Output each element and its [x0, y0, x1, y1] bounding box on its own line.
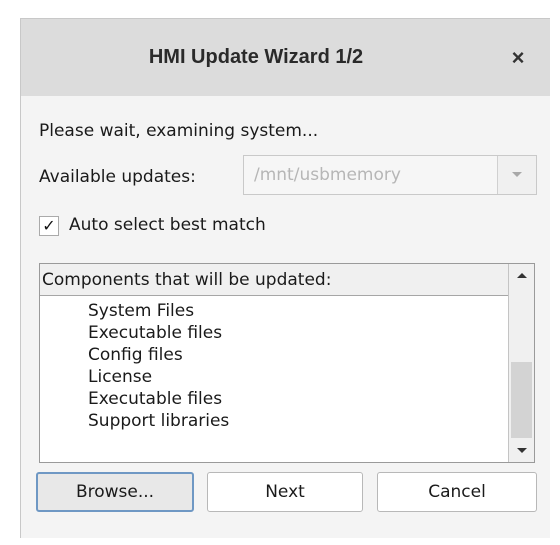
cancel-button[interactable]: Cancel	[377, 472, 537, 512]
list-item[interactable]: Executable files	[88, 388, 229, 410]
chevron-down-icon[interactable]	[497, 156, 536, 194]
components-list-header: Components that will be updated:	[40, 264, 509, 296]
dialog-title: HMI Update Wizard 1/2	[148, 46, 364, 68]
available-updates-label: Available updates:	[39, 167, 196, 187]
status-text: Please wait, examining system...	[39, 121, 319, 141]
browse-button[interactable]: Browse...	[36, 472, 194, 512]
list-item[interactable]: Support libraries	[88, 410, 229, 432]
list-item[interactable]: System Files	[88, 300, 229, 322]
available-updates-value: /mnt/usbmemory	[254, 165, 401, 185]
list-item[interactable]: Executable files	[88, 322, 229, 344]
list-item[interactable]: Config files	[88, 344, 229, 366]
vertical-scrollbar[interactable]	[508, 264, 534, 462]
update-wizard-dialog: HMI Update Wizard 1/2 × Please wait, exa…	[20, 18, 550, 538]
list-item[interactable]: License	[88, 366, 229, 388]
close-icon[interactable]: ×	[501, 41, 535, 75]
scrollbar-thumb[interactable]	[511, 362, 532, 438]
next-button[interactable]: Next	[207, 472, 363, 512]
components-list[interactable]: Components that will be updated: System …	[39, 263, 535, 463]
arrow-down-icon[interactable]	[509, 440, 534, 462]
available-updates-select[interactable]: /mnt/usbmemory	[243, 155, 537, 195]
title-bar[interactable]: HMI Update Wizard 1/2 ×	[21, 19, 550, 96]
auto-select-label[interactable]: Auto select best match	[69, 215, 266, 235]
auto-select-checkbox[interactable]: ✓	[39, 216, 59, 236]
arrow-up-icon[interactable]	[509, 264, 534, 286]
components-items: System Files Executable files Config fil…	[88, 300, 229, 432]
